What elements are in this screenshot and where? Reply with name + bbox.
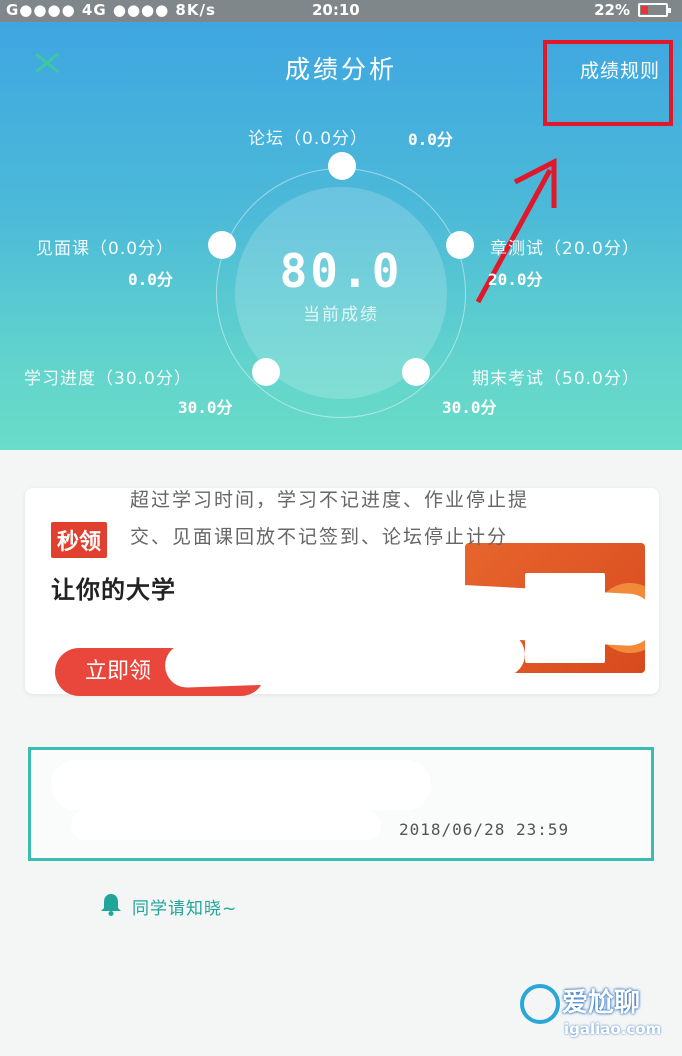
node-dot-meeting: [208, 231, 236, 259]
node-value-forum: 0.0分: [408, 130, 453, 149]
battery-icon: [638, 3, 671, 17]
redaction-scribble: [51, 760, 431, 810]
score-header: 成绩分析 成绩规则 80.0 当前成绩 论坛（0.0分） 0.0分 见面课（0.…: [0, 22, 682, 450]
highlight-box: [543, 40, 673, 126]
redaction-scribble: [164, 631, 526, 689]
course-period-box: 2018/06/28 23:59: [28, 747, 654, 861]
node-value-final: 30.0分: [442, 398, 497, 417]
watermark-brand: 爱尬聊: [562, 988, 641, 1018]
watermark-url: igaliao.com: [564, 1020, 662, 1038]
ad-headline: 让你的大学: [51, 576, 176, 604]
watermark-logo-icon: [520, 984, 560, 1024]
node-dot-quiz: [446, 231, 474, 259]
node-label-meeting: 见面课（0.0分）: [36, 239, 175, 259]
current-score-label: 当前成绩: [303, 305, 379, 325]
node-label-progress: 学习进度（30.0分）: [24, 369, 192, 389]
node-label-forum: 论坛（0.0分）: [248, 129, 369, 149]
notice-title: 同学请知晓~: [132, 899, 238, 919]
status-time: 20:10: [312, 1, 360, 19]
status-bar: G●●●● 4G ●●●● 8K/s 20:10 22%: [0, 0, 682, 22]
node-label-final: 期末考试（50.0分）: [472, 369, 640, 389]
redaction-scribble: [71, 810, 381, 840]
notice-body: 超过学习时间，学习不记进度、作业停止提交、见面课回放不记签到、论坛停止计分: [130, 489, 530, 548]
node-label-quiz: 章测试（20.0分）: [490, 239, 640, 259]
node-dot-progress: [252, 358, 280, 386]
end-date: 2018/06/28 23:59: [399, 820, 570, 839]
site-watermark: 爱尬聊 igaliao.com: [520, 978, 680, 1056]
bell-icon: [101, 894, 121, 916]
node-dot-final: [402, 358, 430, 386]
status-battery-text: 22%: [594, 1, 630, 19]
ad-badge: 秒领: [51, 522, 108, 558]
current-score: 80.0: [279, 244, 403, 298]
node-value-quiz: 20.0分: [488, 270, 543, 289]
status-signal: G●●●● 4G ●●●● 8K/s: [6, 1, 216, 19]
node-dot-forum: [328, 152, 356, 180]
node-value-progress: 30.0分: [178, 398, 233, 417]
node-value-meeting: 0.0分: [128, 270, 173, 289]
